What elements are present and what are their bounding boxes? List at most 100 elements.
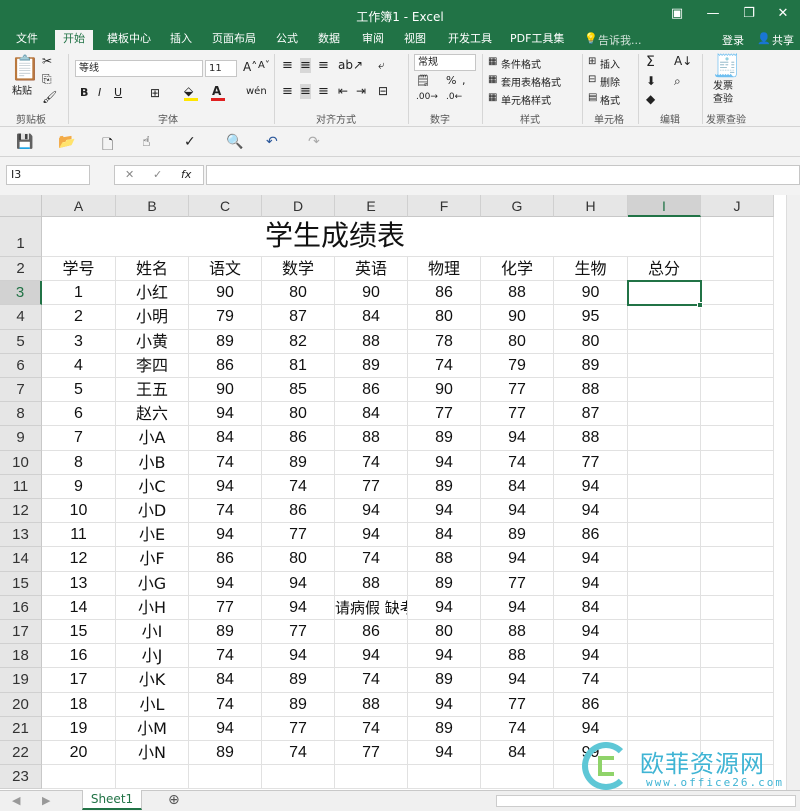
row-header-7[interactable]: 7 [0,378,42,403]
merge-center-icon[interactable]: ⊟ [378,84,388,98]
data-cell[interactable]: 74 [554,668,628,693]
row-header-16[interactable]: 16 [0,595,42,620]
currency-icon[interactable]: 🗒 [416,74,430,87]
tab-formulas[interactable]: 公式 [276,30,298,50]
cell-empty[interactable] [628,716,701,741]
cell-empty[interactable] [628,426,701,451]
italic-icon[interactable]: I [98,86,101,99]
orientation-icon[interactable]: ab↗ [338,58,363,72]
data-cell[interactable]: 79 [481,353,554,378]
tell-me-icon[interactable]: 💡 [584,32,598,45]
table-header-cell[interactable]: 化学 [481,257,554,282]
data-cell[interactable]: 2 [42,305,116,330]
cell-empty[interactable] [628,329,701,354]
cell-empty[interactable] [628,692,701,717]
row-header-8[interactable]: 8 [0,402,42,427]
cell-empty[interactable] [701,305,774,330]
sheet-tab-sheet1[interactable]: Sheet1 [82,790,142,810]
cell-empty[interactable] [701,217,774,257]
data-cell[interactable]: 86 [262,426,335,451]
tab-file[interactable]: 文件 [16,30,38,50]
increase-indent-icon[interactable]: ⇥ [356,84,366,98]
cell-empty[interactable] [628,571,701,596]
paste-icon[interactable]: 📋 [10,54,40,82]
cell-empty[interactable] [408,765,481,790]
cell-empty[interactable] [701,353,774,378]
cell-empty[interactable] [701,426,774,451]
data-cell[interactable]: 15 [42,620,116,645]
data-cell[interactable]: 王五 [116,378,189,403]
cell-empty[interactable] [701,281,774,306]
data-cell[interactable]: 89 [189,741,262,766]
data-cell[interactable]: 89 [262,450,335,475]
data-cell[interactable]: 84 [554,595,628,620]
data-cell[interactable]: 3 [42,329,116,354]
save-icon[interactable]: 💾 [16,134,33,150]
data-cell[interactable]: 小M [116,716,189,741]
data-cell[interactable]: 80 [262,402,335,427]
cell-style-button[interactable]: 单元格样式 [501,92,551,107]
row-header-12[interactable]: 12 [0,499,42,524]
row-header-3[interactable]: 3 [0,281,42,306]
data-cell[interactable]: 小C [116,474,189,499]
name-box[interactable]: I3 [6,165,90,185]
data-cell[interactable]: 88 [481,644,554,669]
data-cell[interactable]: 94 [481,547,554,572]
tab-review[interactable]: 审阅 [362,30,384,50]
data-cell[interactable]: 94 [481,426,554,451]
data-cell[interactable]: 77 [408,402,481,427]
tab-pdf-tools[interactable]: PDF工具集 [510,30,564,50]
insert-cells-button[interactable]: 插入 [600,56,620,71]
touch-mode-icon[interactable]: ☝ [142,134,151,150]
data-cell[interactable]: 88 [554,378,628,403]
data-cell[interactable]: 小N [116,741,189,766]
data-cell[interactable]: 小L [116,692,189,717]
data-cell[interactable]: 18 [42,692,116,717]
row-header-17[interactable]: 17 [0,620,42,645]
data-cell[interactable]: 赵六 [116,402,189,427]
cell-empty[interactable] [481,765,554,790]
close-icon[interactable]: ✕ [772,5,794,23]
cell-empty[interactable] [628,644,701,669]
font-size-select[interactable]: 11 [205,60,237,77]
table-format-icon[interactable]: ▦ [488,74,497,85]
data-cell[interactable]: 74 [335,547,408,572]
data-cell[interactable]: 77 [262,620,335,645]
align-right-icon[interactable]: ≡ [318,84,329,99]
table-header-cell[interactable]: 数学 [262,257,335,282]
cell-empty[interactable] [628,305,701,330]
data-cell[interactable]: 94 [189,402,262,427]
data-cell[interactable]: 90 [335,281,408,306]
data-cell[interactable]: 86 [335,378,408,403]
data-cell[interactable]: 94 [554,620,628,645]
data-cell[interactable]: 20 [42,741,116,766]
data-cell[interactable]: 小D [116,499,189,524]
phonetic-icon[interactable]: wén [246,86,267,97]
cell-empty[interactable] [701,257,774,282]
select-all-corner[interactable] [0,195,42,217]
cell-empty[interactable] [116,765,189,790]
open-icon[interactable]: 📂 [58,134,75,150]
sheet-prev-icon[interactable]: ◀ [12,794,20,807]
data-cell[interactable]: 88 [408,547,481,572]
cell-empty[interactable] [701,595,774,620]
cut-icon[interactable]: ✂ [42,54,52,68]
data-cell[interactable]: 小I [116,620,189,645]
data-cell[interactable]: 90 [408,378,481,403]
cell-empty[interactable] [628,620,701,645]
data-cell[interactable]: 85 [262,378,335,403]
conditional-format-icon[interactable]: ▦ [488,56,497,67]
spelling-icon[interactable]: ✓ [184,134,196,150]
data-cell[interactable]: 74 [189,644,262,669]
row-header-1[interactable]: 1 [0,217,42,257]
data-cell[interactable]: 12 [42,547,116,572]
selected-cell-i3[interactable] [627,280,702,307]
data-cell[interactable]: 5 [42,378,116,403]
enter-icon[interactable]: ✓ [153,168,162,181]
data-cell[interactable]: 小A [116,426,189,451]
data-cell[interactable]: 95 [554,305,628,330]
column-header-g[interactable]: G [481,195,554,217]
tab-developer[interactable]: 开发工具 [448,30,492,50]
invoice-check-button[interactable]: 发票 查验 [713,80,733,106]
align-left-icon[interactable]: ≡ [282,84,293,99]
